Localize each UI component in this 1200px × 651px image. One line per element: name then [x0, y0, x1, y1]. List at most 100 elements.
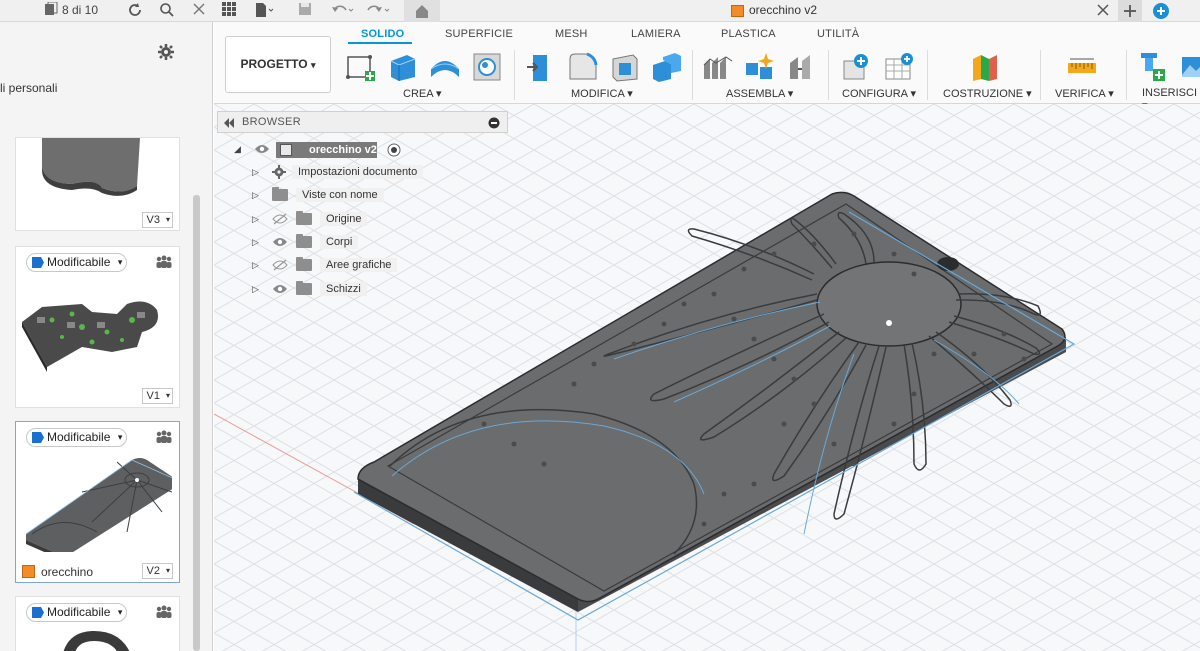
- apps-icon[interactable]: [220, 2, 238, 20]
- tree-item-origine[interactable]: ▷ Origine: [250, 210, 470, 230]
- design-thumbnail: [42, 138, 140, 196]
- tab-utilita[interactable]: UTILITÀ: [817, 28, 859, 40]
- people-icon[interactable]: [155, 255, 173, 269]
- chevron-down-icon: ▾: [1108, 88, 1114, 100]
- group-modifica[interactable]: MODIFICA ▾: [571, 87, 633, 100]
- people-icon[interactable]: [155, 430, 173, 444]
- doc-tab-title[interactable]: orecchino v2: [749, 3, 817, 17]
- group-configura[interactable]: CONFIGURA ▾: [842, 87, 916, 100]
- hole-icon[interactable]: [471, 51, 503, 83]
- eye-hidden-icon[interactable]: [272, 259, 288, 271]
- tree-item-label: Viste con nome: [296, 188, 384, 202]
- browser-panel-header[interactable]: BROWSER: [217, 111, 508, 133]
- group-crea[interactable]: CREA ▾: [403, 87, 442, 100]
- chevron-down-icon: ▾: [165, 215, 170, 224]
- group-assembla[interactable]: ASSEMBLA ▾: [726, 87, 793, 100]
- design-card[interactable]: Modificabile ▾: [15, 596, 180, 651]
- search-icon[interactable]: [158, 2, 176, 20]
- collapse-browser-icon[interactable]: [223, 117, 235, 131]
- insert-image-icon[interactable]: [1180, 51, 1200, 83]
- shell-icon[interactable]: [609, 51, 641, 83]
- fillet-icon[interactable]: [567, 51, 599, 83]
- tab-solido[interactable]: SOLIDO: [361, 28, 404, 40]
- collapsed-triangle-icon[interactable]: ▷: [252, 190, 259, 201]
- eye-icon[interactable]: [254, 143, 270, 155]
- save-icon[interactable]: [296, 2, 314, 20]
- new-component-icon[interactable]: [702, 51, 734, 83]
- document-icon: [280, 144, 292, 156]
- tree-item-aree-grafiche[interactable]: ▷ Aree grafiche: [250, 256, 470, 276]
- chevron-down-icon: ▾: [627, 88, 633, 100]
- redo-icon[interactable]: [366, 2, 390, 20]
- browser-title: BROWSER: [242, 116, 301, 128]
- tree-item-schizzi[interactable]: ▷ Schizzi: [250, 280, 470, 300]
- tree-item-viste[interactable]: ▷ Viste con nome: [250, 186, 470, 206]
- design-card-orecchino[interactable]: Modificabile ▾ orecchino V2 ▾: [15, 421, 180, 583]
- new-tab-icon[interactable]: [1118, 0, 1142, 22]
- refresh-icon[interactable]: [126, 2, 144, 20]
- data-panel: li personali V3 ▾ Modificabile ▾ V1 ▾ Mo…: [0, 22, 213, 651]
- collapsed-triangle-icon[interactable]: ▷: [252, 284, 259, 295]
- tab-superficie[interactable]: SUPERFICIE: [445, 28, 513, 40]
- collapsed-triangle-icon[interactable]: ▷: [252, 260, 259, 271]
- home-icon[interactable]: [404, 0, 440, 22]
- design-card[interactable]: Modificabile ▾ V1 ▾: [15, 246, 180, 408]
- design-card[interactable]: V3 ▾: [15, 137, 180, 231]
- grid-icon[interactable]: [42, 1, 60, 20]
- measure-icon[interactable]: [1066, 51, 1098, 83]
- activate-radio-icon[interactable]: [387, 143, 401, 160]
- version-dropdown[interactable]: V2 ▾: [141, 563, 173, 579]
- folder-icon: [296, 211, 312, 225]
- panel-scrollbar[interactable]: [193, 195, 200, 651]
- press-pull-icon[interactable]: [525, 51, 557, 83]
- folder-icon: [296, 257, 312, 271]
- file-icon[interactable]: [254, 2, 274, 20]
- expanded-triangle-icon[interactable]: ◢: [234, 144, 241, 155]
- configure-icon[interactable]: [841, 51, 873, 83]
- collapsed-triangle-icon[interactable]: ▷: [252, 167, 259, 178]
- minimize-browser-icon[interactable]: [488, 117, 500, 132]
- online-status-icon[interactable]: [1152, 2, 1170, 20]
- revolve-icon[interactable]: [429, 51, 461, 83]
- project-button[interactable]: PROGETTO ▾: [225, 36, 331, 93]
- tab-lamiera[interactable]: LAMIERA: [631, 28, 681, 40]
- design-thumbnail: [63, 630, 130, 651]
- editable-badge[interactable]: Modificabile ▾: [26, 603, 128, 622]
- insert-icon[interactable]: [1139, 51, 1171, 83]
- version-dropdown[interactable]: V1 ▾: [141, 388, 173, 404]
- close-icon[interactable]: [190, 2, 208, 20]
- design-name: orecchino: [41, 565, 94, 579]
- extrude-icon[interactable]: [387, 51, 419, 83]
- configure-table-icon[interactable]: [883, 51, 915, 83]
- tab-plastica[interactable]: PLASTICA: [721, 28, 776, 40]
- collapsed-triangle-icon[interactable]: ▷: [252, 214, 259, 225]
- gear-icon[interactable]: [158, 44, 174, 63]
- create-sketch-icon[interactable]: [345, 51, 377, 83]
- group-costruzione[interactable]: COSTRUZIONE ▾: [943, 87, 1032, 100]
- collapsed-triangle-icon[interactable]: ▷: [252, 237, 259, 248]
- group-label: ASSEMBLA: [726, 88, 785, 100]
- combine-icon[interactable]: [651, 51, 683, 83]
- folder-icon: [296, 281, 312, 295]
- editable-badge[interactable]: Modificabile ▾: [26, 428, 128, 447]
- file-cube-icon: [22, 565, 35, 578]
- divider: [927, 50, 928, 100]
- tree-item-impostazioni[interactable]: ▷ Impostazioni documento: [250, 163, 470, 183]
- undo-icon[interactable]: [330, 2, 354, 20]
- people-icon[interactable]: [155, 605, 173, 619]
- joint-icon[interactable]: [744, 51, 776, 83]
- eye-icon[interactable]: [272, 283, 288, 295]
- close-tab-icon[interactable]: [1094, 2, 1112, 20]
- construction-plane-icon[interactable]: [969, 51, 1001, 83]
- eye-hidden-icon[interactable]: [272, 213, 288, 225]
- tree-item-corpi[interactable]: ▷ Corpi: [250, 233, 470, 253]
- version-dropdown[interactable]: V3 ▾: [141, 212, 173, 228]
- tree-root[interactable]: ◢ orecchino v2: [232, 140, 432, 160]
- tab-mesh[interactable]: MESH: [555, 28, 588, 40]
- chevron-down-icon: ▾: [117, 257, 123, 267]
- group-verifica[interactable]: VERIFICA ▾: [1055, 87, 1114, 100]
- tree-item-label: Corpi: [320, 235, 359, 249]
- rigid-group-icon[interactable]: [786, 51, 818, 83]
- eye-icon[interactable]: [272, 236, 288, 248]
- editable-badge[interactable]: Modificabile ▾: [26, 253, 128, 272]
